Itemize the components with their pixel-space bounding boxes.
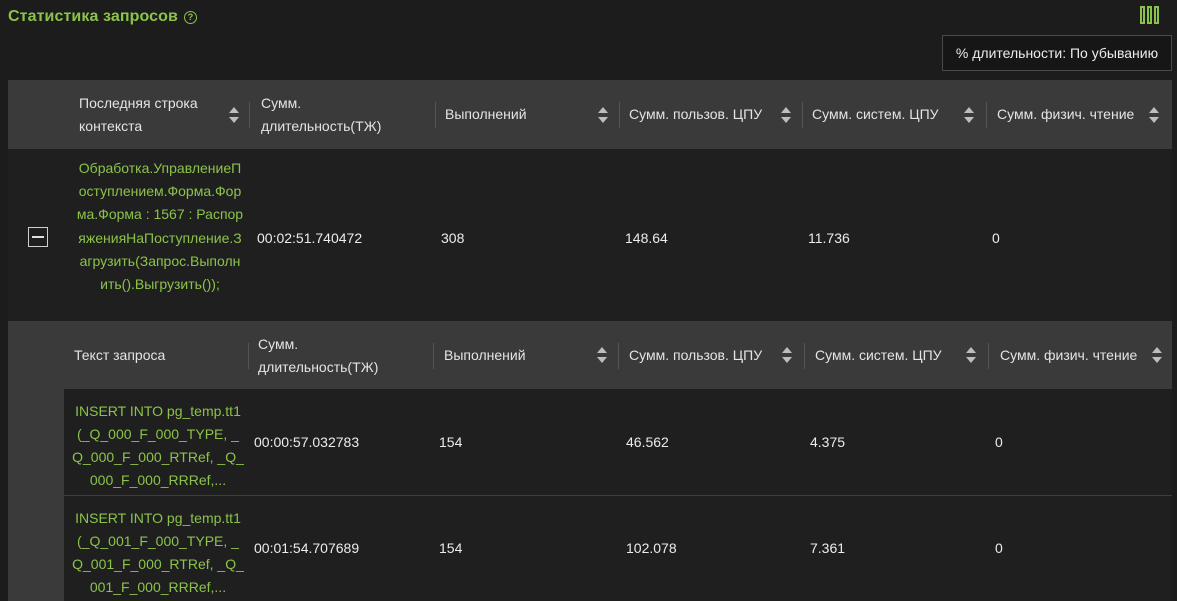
executions-value: 154: [439, 434, 463, 450]
column-header-phys-read[interactable]: Сумм. физич. чтение: [997, 80, 1147, 149]
column-header-sys-cpu[interactable]: Сумм. систем. ЦПУ: [815, 321, 965, 390]
sort-icon[interactable]: [781, 107, 791, 123]
column-header-duration[interactable]: Сумм. длительность(ТЖ): [258, 321, 398, 390]
sort-icon[interactable]: [1152, 347, 1162, 363]
column-divider: [433, 343, 434, 369]
title-bar: Статистика запросов ?: [8, 5, 197, 29]
user-cpu-value: 46.562: [626, 434, 669, 450]
nested-indent: [8, 321, 64, 601]
columns-icon[interactable]: [1140, 6, 1162, 24]
column-header-user-cpu[interactable]: Сумм. пользов. ЦПУ: [629, 80, 784, 149]
column-header-query-text[interactable]: Текст запроса: [74, 321, 234, 390]
column-divider: [619, 102, 620, 128]
column-header-context[interactable]: Последняя строка контекста: [79, 80, 229, 149]
duration-value: 00:00:57.032783: [254, 434, 360, 450]
help-icon[interactable]: ?: [183, 10, 197, 24]
sort-icon[interactable]: [598, 107, 608, 123]
sort-icon[interactable]: [229, 107, 239, 123]
column-header-executions[interactable]: Выполнений: [445, 80, 585, 149]
duration-value: 00:01:54.707689: [254, 540, 360, 556]
table-row[interactable]: INSERT INTO pg_temp.tt1(_Q_000_F_000_TYP…: [64, 389, 1172, 495]
nested-table-header: Текст запроса Сумм. длительность(ТЖ) Вып…: [64, 321, 1172, 389]
column-divider: [435, 102, 436, 128]
sort-icon[interactable]: [597, 347, 607, 363]
column-divider: [988, 343, 989, 369]
sort-order-select[interactable]: % длительности: По убыванию: [942, 35, 1172, 71]
page-title: Статистика запросов: [8, 8, 178, 25]
user-cpu-value: 102.078: [626, 540, 677, 556]
table-header: Последняя строка контекста Сумм. длитель…: [8, 80, 1172, 149]
context-link[interactable]: Обработка.УправлениеПоступлением.Форма.Ф…: [76, 157, 244, 296]
executions-value: 308: [441, 230, 465, 246]
executions-value: 154: [439, 540, 463, 556]
table-row[interactable]: INSERT INTO pg_temp.tt1(_Q_001_F_000_TYP…: [64, 496, 1172, 601]
sys-cpu-value: 7.361: [810, 540, 846, 556]
column-divider: [618, 343, 619, 369]
phys-read-value: 0: [995, 540, 1003, 556]
sort-icon[interactable]: [964, 107, 974, 123]
collapse-row-button[interactable]: [28, 227, 48, 247]
column-divider: [986, 102, 987, 128]
sort-icon[interactable]: [782, 347, 792, 363]
column-divider: [248, 343, 249, 369]
phys-read-value: 0: [992, 230, 1000, 246]
column-header-duration[interactable]: Сумм. длительность(ТЖ): [261, 80, 401, 149]
query-text-link[interactable]: INSERT INTO pg_temp.tt1(_Q_000_F_000_TYP…: [72, 400, 244, 492]
column-header-sys-cpu[interactable]: Сумм. систем. ЦПУ: [812, 80, 957, 149]
stats-table: Последняя строка контекста Сумм. длитель…: [8, 80, 1172, 601]
column-divider: [804, 343, 805, 369]
minus-icon: [32, 236, 44, 238]
query-text-link[interactable]: INSERT INTO pg_temp.tt1(_Q_001_F_000_TYP…: [72, 507, 244, 599]
column-divider: [249, 102, 250, 128]
column-header-user-cpu[interactable]: Сумм. пользов. ЦПУ: [629, 321, 784, 390]
sys-cpu-value: 11.736: [808, 230, 850, 246]
column-header-executions[interactable]: Выполнений: [444, 321, 584, 390]
sort-icon[interactable]: [1149, 107, 1159, 123]
sys-cpu-value: 4.375: [810, 434, 846, 450]
column-divider: [802, 102, 803, 128]
sort-icon[interactable]: [966, 347, 976, 363]
phys-read-value: 0: [995, 434, 1003, 450]
duration-value: 00:02:51.740472: [257, 230, 363, 246]
user-cpu-value: 148.64: [625, 230, 668, 246]
column-header-phys-read[interactable]: Сумм. физич. чтение: [1000, 321, 1150, 390]
